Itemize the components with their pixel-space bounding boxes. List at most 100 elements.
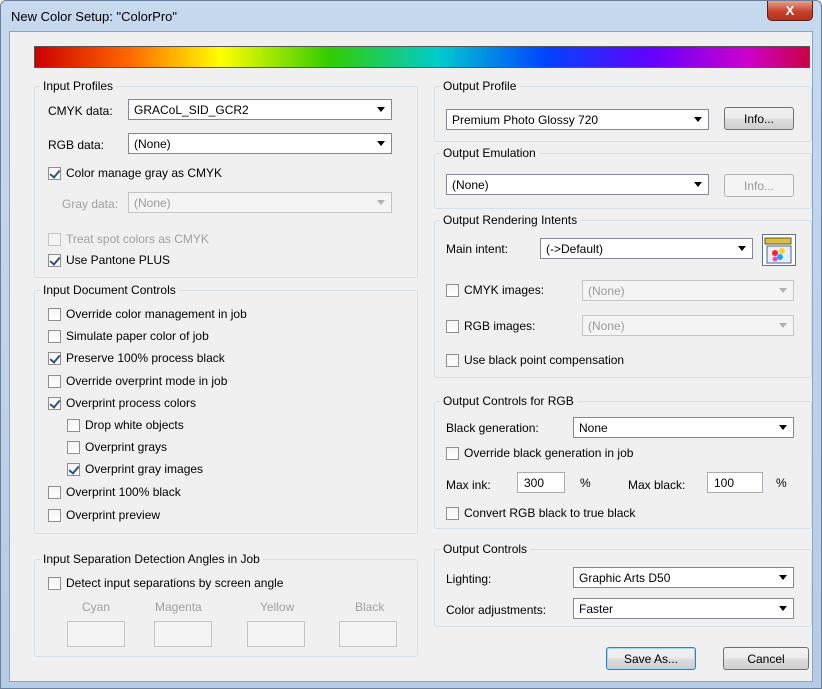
- rgb-images-value: (None): [588, 318, 625, 333]
- overprint-gray-images-checkbox[interactable]: Overprint gray images: [67, 462, 203, 476]
- output-emulation-select[interactable]: (None): [446, 174, 709, 195]
- gray-as-cmyk-checkbox[interactable]: Color manage gray as CMYK: [48, 166, 222, 180]
- rgb-data-select[interactable]: (None): [128, 133, 392, 154]
- dialog-window: New Color Setup: "ColorPro" X Input Prof…: [0, 0, 822, 689]
- chevron-down-icon: [779, 323, 787, 328]
- override-black-generation-label: Override black generation in job: [464, 446, 634, 460]
- cmyk-data-label: CMYK data:: [48, 104, 113, 118]
- black-angle-input[interactable]: [339, 621, 397, 647]
- checkbox-box: [446, 283, 459, 297]
- output-emulation-info-button[interactable]: Info...: [724, 174, 794, 197]
- black-generation-label: Black generation:: [446, 421, 539, 435]
- checkbox-box: [48, 232, 61, 246]
- chevron-down-icon: [738, 246, 746, 251]
- detect-separations-checkbox[interactable]: Detect input separations by screen angle: [48, 576, 283, 590]
- cmyk-images-checkbox[interactable]: CMYK images:: [446, 283, 544, 297]
- cmyk-images-select[interactable]: (None): [582, 280, 794, 301]
- color-adjustments-select[interactable]: Faster: [573, 598, 794, 619]
- simulate-paper-checkbox[interactable]: Simulate paper color of job: [48, 329, 209, 343]
- checkbox-box: [48, 307, 61, 321]
- detect-separations-label: Detect input separations by screen angle: [66, 576, 284, 590]
- output-profile-info-button[interactable]: Info...: [724, 107, 794, 130]
- magenta-angle-input[interactable]: [154, 621, 212, 647]
- chevron-down-icon: [694, 117, 702, 122]
- save-as-button[interactable]: Save As...: [606, 647, 696, 670]
- main-intent-select[interactable]: (->Default): [540, 238, 753, 259]
- black-label: Black: [355, 600, 385, 614]
- overprint-grays-checkbox[interactable]: Overprint grays: [67, 440, 167, 454]
- max-ink-value: 300: [524, 475, 545, 490]
- pantone-plus-checkbox[interactable]: Use Pantone PLUS: [48, 253, 170, 267]
- checkbox-box: [48, 576, 61, 590]
- gray-data-value: (None): [134, 195, 171, 210]
- color-picker-icon[interactable]: [762, 234, 796, 266]
- overprint-100-black-checkbox[interactable]: Overprint 100% black: [48, 485, 181, 499]
- checkbox-box: [48, 396, 61, 410]
- drop-white-label: Drop white objects: [85, 418, 184, 432]
- black-point-compensation-checkbox[interactable]: Use black point compensation: [446, 353, 624, 367]
- max-black-input[interactable]: 100: [707, 472, 763, 493]
- chevron-down-icon: [377, 200, 385, 205]
- max-ink-input[interactable]: 300: [517, 472, 565, 493]
- override-color-mgmt-checkbox[interactable]: Override color management in job: [48, 307, 247, 321]
- cyan-angle-input[interactable]: [67, 621, 125, 647]
- max-black-value: 100: [714, 475, 735, 490]
- overprint-100-black-label: Overprint 100% black: [66, 485, 181, 499]
- override-black-generation-checkbox[interactable]: Override black generation in job: [446, 446, 633, 460]
- output-emulation-label: Output Emulation: [440, 146, 539, 160]
- overprint-preview-label: Overprint preview: [66, 508, 161, 522]
- lighting-label: Lighting:: [446, 572, 492, 586]
- preserve-black-label: Preserve 100% process black: [66, 351, 225, 365]
- output-profile-label: Output Profile: [440, 79, 520, 93]
- color-picker-icon-graphic: [764, 237, 792, 264]
- convert-rgb-black-label: Convert RGB black to true black: [464, 506, 636, 520]
- color-adjustments-label: Color adjustments:: [446, 603, 547, 617]
- override-overprint-checkbox[interactable]: Override overprint mode in job: [48, 374, 227, 388]
- override-color-mgmt-label: Override color management in job: [66, 307, 247, 321]
- spot-as-cmyk-checkbox[interactable]: Treat spot colors as CMYK: [48, 232, 209, 246]
- checkbox-box: [48, 485, 61, 499]
- drop-white-checkbox[interactable]: Drop white objects: [67, 418, 184, 432]
- rgb-images-select[interactable]: (None): [582, 315, 794, 336]
- chevron-down-icon: [779, 606, 787, 611]
- simulate-paper-label: Simulate paper color of job: [66, 329, 209, 343]
- checkbox-box: [446, 353, 459, 367]
- overprint-process-checkbox[interactable]: Overprint process colors: [48, 396, 196, 410]
- rgb-controls-label: Output Controls for RGB: [440, 394, 577, 408]
- gray-as-cmyk-label: Color manage gray as CMYK: [66, 166, 223, 180]
- max-black-label: Max black:: [628, 478, 686, 492]
- max-ink-label: Max ink:: [446, 478, 491, 492]
- title-bar[interactable]: New Color Setup: "ColorPro" X: [1, 1, 821, 31]
- overprint-grays-label: Overprint grays: [85, 440, 168, 454]
- main-intent-label: Main intent:: [446, 242, 509, 256]
- checkbox-box: [67, 462, 80, 476]
- convert-rgb-black-checkbox[interactable]: Convert RGB black to true black: [446, 506, 635, 520]
- yellow-angle-input[interactable]: [247, 621, 305, 647]
- checkbox-box: [67, 440, 80, 454]
- gray-data-label: Gray data:: [62, 197, 119, 211]
- chevron-down-icon: [694, 182, 702, 187]
- checkbox-box: [446, 319, 459, 333]
- window-title: New Color Setup: "ColorPro": [11, 9, 178, 24]
- chevron-down-icon: [377, 107, 385, 112]
- cmyk-images-value: (None): [588, 283, 625, 298]
- gray-data-select[interactable]: (None): [128, 192, 392, 213]
- black-generation-select[interactable]: None: [573, 417, 794, 438]
- main-intent-value: (->Default): [546, 241, 604, 256]
- output-profile-select[interactable]: Premium Photo Glossy 720: [446, 109, 709, 130]
- overprint-preview-checkbox[interactable]: Overprint preview: [48, 508, 160, 522]
- close-button[interactable]: X: [767, 1, 813, 21]
- lighting-select[interactable]: Graphic Arts D50: [573, 567, 794, 588]
- rgb-images-label: RGB images:: [464, 319, 536, 333]
- cmyk-data-select[interactable]: GRACoL_SID_GCR2: [128, 99, 392, 120]
- cyan-label: Cyan: [82, 600, 111, 614]
- checkbox-box: [48, 508, 61, 522]
- preserve-black-checkbox[interactable]: Preserve 100% process black: [48, 351, 225, 365]
- cancel-button[interactable]: Cancel: [723, 647, 809, 670]
- black-point-compensation-label: Use black point compensation: [464, 353, 625, 367]
- magenta-label: Magenta: [155, 600, 202, 614]
- rgb-images-checkbox[interactable]: RGB images:: [446, 319, 535, 333]
- output-emulation-value: (None): [452, 177, 489, 192]
- cmyk-images-label: CMYK images:: [464, 283, 545, 297]
- max-black-percent-label: %: [776, 476, 787, 490]
